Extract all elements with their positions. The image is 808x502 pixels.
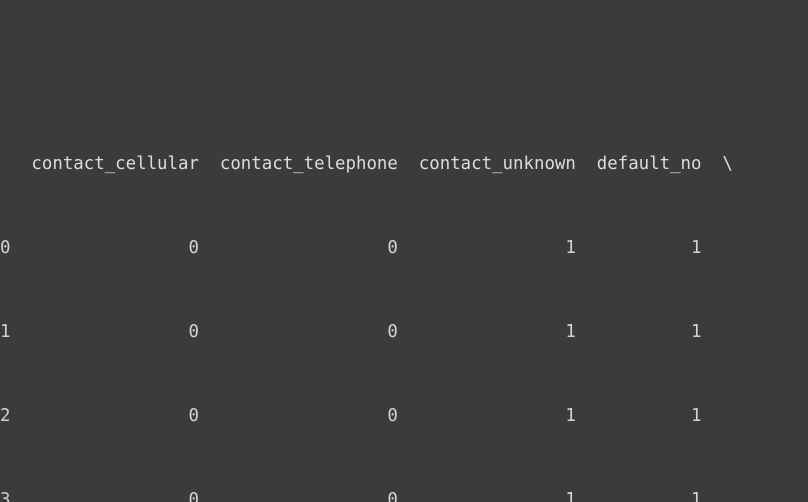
table-row: 0 0 0 1 1	[0, 238, 702, 258]
dataframe-block-1: contact_cellular contact_telephone conta…	[0, 94, 808, 502]
table-row: 1 0 0 1 1	[0, 322, 702, 342]
table-row: 3 0 0 1 1	[0, 490, 702, 502]
table-row: 2 0 0 1 1	[0, 406, 702, 426]
column-header-row: contact_cellular contact_telephone conta…	[0, 154, 733, 174]
dataframe-output-terminal: contact_cellular contact_telephone conta…	[0, 0, 808, 502]
